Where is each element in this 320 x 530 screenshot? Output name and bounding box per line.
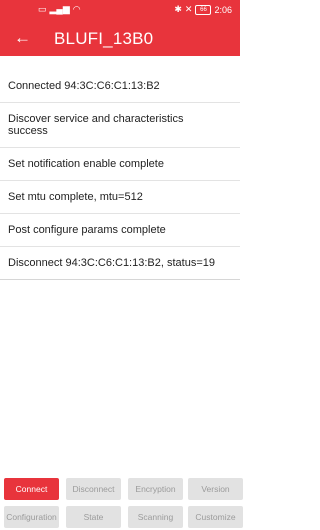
bluetooth-icon: ✱ — [174, 4, 182, 14]
customize-button[interactable]: Customize — [188, 506, 243, 528]
log-entry: Set notification enable complete — [0, 148, 240, 181]
battery-icon: 66 — [195, 4, 212, 15]
disconnect-button[interactable]: Disconnect — [66, 478, 121, 500]
log-entry: Connected 94:3C:C6:C1:13:B2 — [0, 70, 240, 103]
mute-icon: ✕ — [184, 4, 193, 14]
wifi-icon: ◠ — [72, 4, 81, 14]
sim-icon: ▭ — [38, 4, 47, 14]
encryption-button[interactable]: Encryption — [128, 478, 183, 500]
log-entry: Disconnect 94:3C:C6:C1:13:B2, status=19 — [0, 247, 240, 280]
log-entry: Set mtu complete, mtu=512 — [0, 181, 240, 214]
button-row-1: Connect Disconnect Encryption Version — [0, 478, 243, 500]
page-title: BLUFI_13B0 — [54, 29, 154, 48]
state-button[interactable]: State — [66, 506, 121, 528]
scanning-button[interactable]: Scanning — [128, 506, 183, 528]
log-entry: Post configure params complete — [0, 214, 240, 247]
status-time: 2:06 — [214, 4, 232, 15]
app-bar: ← BLUFI_13B0 — [0, 20, 240, 56]
configuration-button[interactable]: Configuration — [4, 506, 59, 528]
signal-icon: ▂▄▆ — [49, 4, 70, 14]
back-arrow-icon[interactable]: ← — [14, 28, 31, 48]
status-bar: ▭ ▂▄▆ ◠ ✱ ✕ 66 2:06 — [0, 0, 240, 20]
status-icons-right: ✱ ✕ 66 2:06 — [174, 4, 232, 15]
log-entry: Discover service and characteristics suc… — [0, 103, 240, 148]
button-row-2: Configuration State Scanning Customize — [0, 506, 243, 528]
status-icons-left: ▭ ▂▄▆ ◠ — [38, 4, 81, 15]
connect-button[interactable]: Connect — [4, 478, 59, 500]
log-list: Connected 94:3C:C6:C1:13:B2 Discover ser… — [0, 70, 240, 280]
version-button[interactable]: Version — [188, 478, 243, 500]
